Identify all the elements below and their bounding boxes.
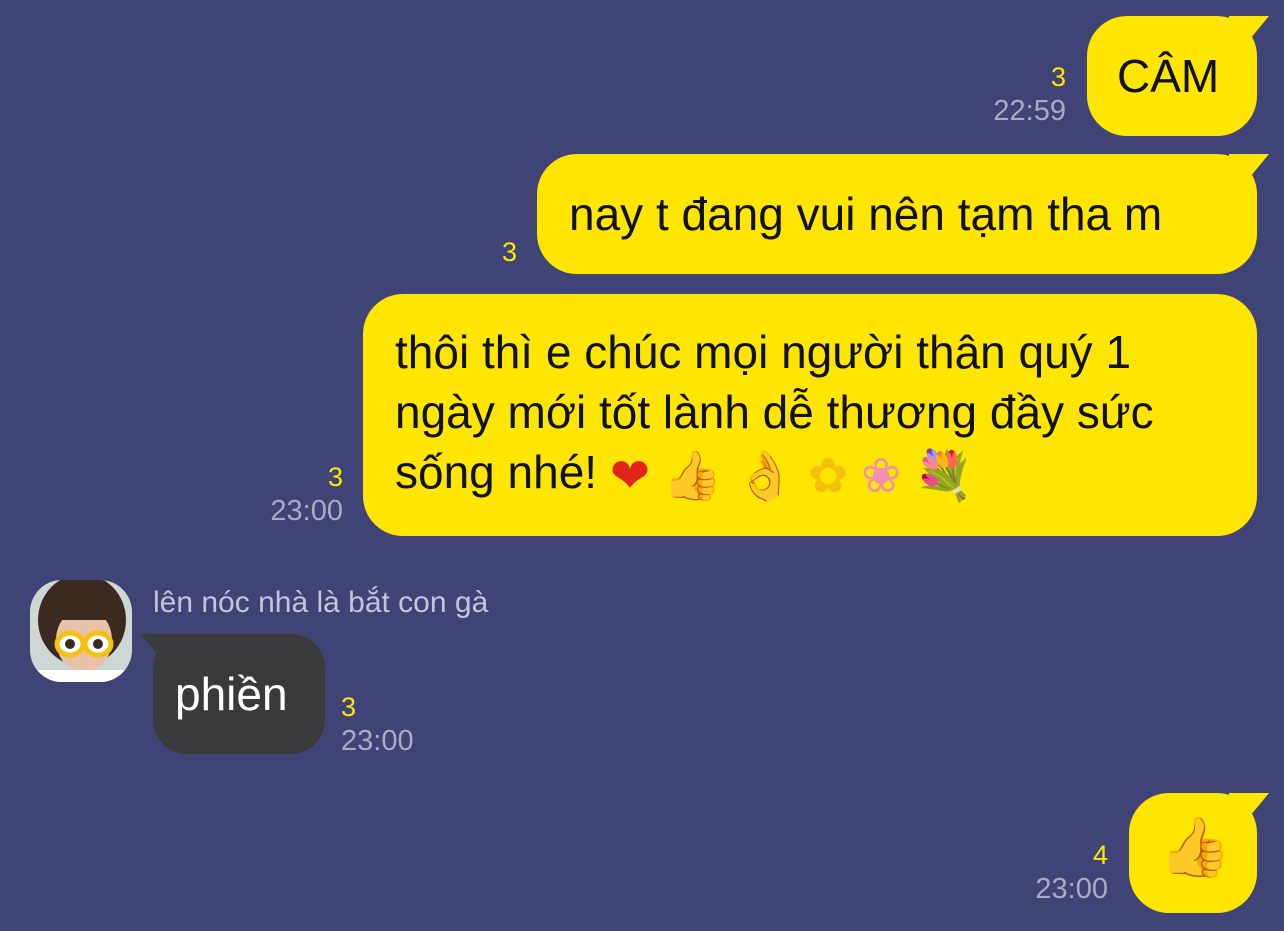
unread-count: 4 <box>1092 840 1108 870</box>
message-text: nay t đang vui nên tạm tha m <box>569 188 1163 240</box>
avatar-photo-icon <box>30 580 132 682</box>
unread-count: 3 <box>341 692 357 722</box>
message-text-line: thôi thì e chúc mọi người thân quý 1 <box>395 326 1132 378</box>
thumbs-up-emoji-icon: 👍 <box>662 448 723 504</box>
sender-avatar[interactable] <box>30 580 132 682</box>
message-text: CÂM <box>1117 50 1220 102</box>
message-meta: 3 22:59 <box>993 60 1066 128</box>
message-bubble-outgoing[interactable]: 👍 <box>1129 793 1257 913</box>
cherry-blossom-emoji-icon: ❀ <box>860 448 902 504</box>
sender-name: lên nóc nhà là bắt con gà <box>153 586 489 619</box>
message-time: 23:00 <box>341 725 414 757</box>
message-bubble-incoming[interactable]: phiền <box>153 634 325 754</box>
heart-emoji-icon: ❤ <box>609 448 651 504</box>
unread-count: 3 <box>327 462 343 492</box>
message-text: phiền <box>175 668 288 720</box>
unread-count: 3 <box>1050 62 1066 92</box>
thumbs-up-emoji-icon: 👍 <box>1159 813 1232 881</box>
message-meta: 3 23:00 <box>270 460 343 528</box>
message-text-line: ngày mới tốt lành dễ thương đầy sức <box>395 386 1154 438</box>
message-text: sống nhé! <box>395 446 598 498</box>
message-bubble-outgoing[interactable]: thôi thì e chúc mọi người thân quý 1 ngà… <box>363 294 1257 536</box>
message-time: 23:00 <box>1035 873 1108 905</box>
message-time: 23:00 <box>270 495 343 527</box>
message-text-line: sống nhé! ❤ 👍 👌 ✿ ❀ 💐 <box>395 442 1257 506</box>
bouquet-emoji-icon: 💐 <box>913 448 974 504</box>
unread-count: 3 <box>501 237 517 267</box>
message-meta: 3 <box>502 235 517 269</box>
message-meta: 4 23:00 <box>1035 838 1108 906</box>
message-bubble-outgoing[interactable]: CÂM <box>1087 16 1257 136</box>
message-meta: 3 23:00 <box>341 690 414 758</box>
sunflower-emoji-icon: ✿ <box>807 448 849 504</box>
message-time: 22:59 <box>993 95 1066 127</box>
message-bubble-outgoing[interactable]: nay t đang vui nên tạm tha m <box>537 154 1257 274</box>
ok-hand-emoji-icon: 👌 <box>735 448 796 504</box>
